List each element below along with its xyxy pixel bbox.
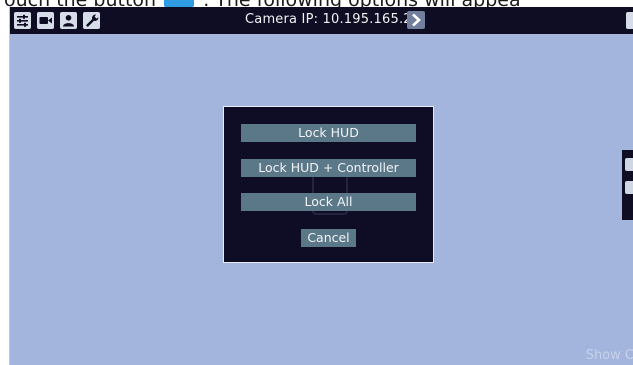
- settings-sliders-icon[interactable]: [14, 12, 31, 29]
- chevron-right-icon[interactable]: [407, 11, 425, 29]
- lock-all-button[interactable]: Lock All: [241, 193, 416, 211]
- camera-view: Camera IP: 10.195.165.22 Show C Lock HUD…: [9, 7, 633, 365]
- watermark-text: Show C: [585, 348, 633, 363]
- wrench-icon[interactable]: [83, 12, 100, 29]
- lock-hud-button[interactable]: Lock HUD: [241, 124, 416, 142]
- eye-icon[interactable]: [625, 158, 633, 171]
- video-camera-icon[interactable]: [37, 12, 54, 29]
- top-toolbar: Camera IP: 10.195.165.22: [10, 7, 633, 34]
- move-icon[interactable]: [625, 181, 633, 194]
- lock-options-dialog: Lock HUD Lock HUD + Controller Lock All …: [223, 106, 434, 263]
- side-toolbar: [622, 150, 633, 220]
- cancel-button[interactable]: Cancel: [301, 229, 356, 247]
- lock-icon[interactable]: [626, 12, 633, 29]
- user-icon[interactable]: [60, 12, 77, 29]
- lock-hud-controller-button[interactable]: Lock HUD + Controller: [241, 159, 416, 177]
- camera-ip-label: Camera IP: 10.195.165.22: [245, 12, 421, 27]
